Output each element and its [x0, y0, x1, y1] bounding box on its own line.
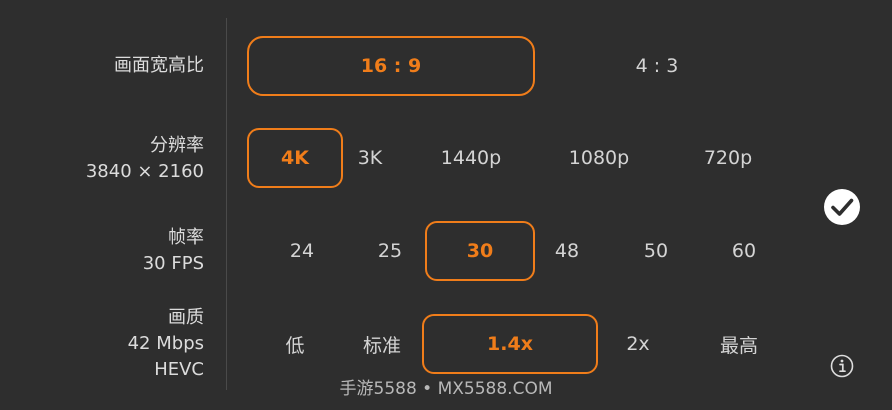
quality-option-highest[interactable]: 最高 — [708, 314, 770, 374]
confirm-button[interactable] — [820, 185, 864, 229]
quality-bitrate: 42 Mbps — [127, 333, 204, 354]
framerate-option-30[interactable]: 30 — [425, 221, 535, 281]
quality-option-1-4x[interactable]: 1.4x — [422, 314, 598, 374]
resolution-option-1080p[interactable]: 1080p — [552, 128, 646, 188]
watermark-text: 手游5588 • MX5588.COM — [339, 379, 553, 399]
framerate-option-50[interactable]: 50 — [622, 221, 690, 281]
framerate-option-60[interactable]: 60 — [710, 221, 778, 281]
aspect-ratio-label: 画面宽高比 — [114, 55, 204, 76]
framerate-option-48[interactable]: 48 — [533, 221, 601, 281]
framerate-option-25[interactable]: 25 — [356, 221, 424, 281]
resolution-value: 3840 × 2160 — [85, 161, 204, 182]
column-divider — [226, 18, 227, 390]
resolution-option-3k[interactable]: 3K — [343, 128, 397, 188]
quality-option-standard[interactable]: 标准 — [350, 314, 414, 374]
resolution-option-720p[interactable]: 720p — [686, 128, 770, 188]
quality-option-2x[interactable]: 2x — [612, 314, 664, 374]
framerate-option-24[interactable]: 24 — [268, 221, 336, 281]
quality-label: 画质 42 Mbps HEVC — [128, 305, 204, 383]
resolution-option-1440p[interactable]: 1440p — [424, 128, 518, 188]
aspect-option-16-9[interactable]: 16 : 9 — [247, 36, 535, 96]
framerate-label: 帧率 30 FPS — [143, 225, 204, 277]
aspect-option-4-3[interactable]: 4 : 3 — [570, 36, 744, 96]
quality-option-low[interactable]: 低 — [266, 314, 324, 374]
resolution-label: 分辨率 3840 × 2160 — [86, 133, 204, 185]
resolution-option-4k[interactable]: 4K — [247, 128, 343, 188]
check-circle-icon — [824, 189, 860, 225]
framerate-value: 30 FPS — [142, 253, 204, 274]
